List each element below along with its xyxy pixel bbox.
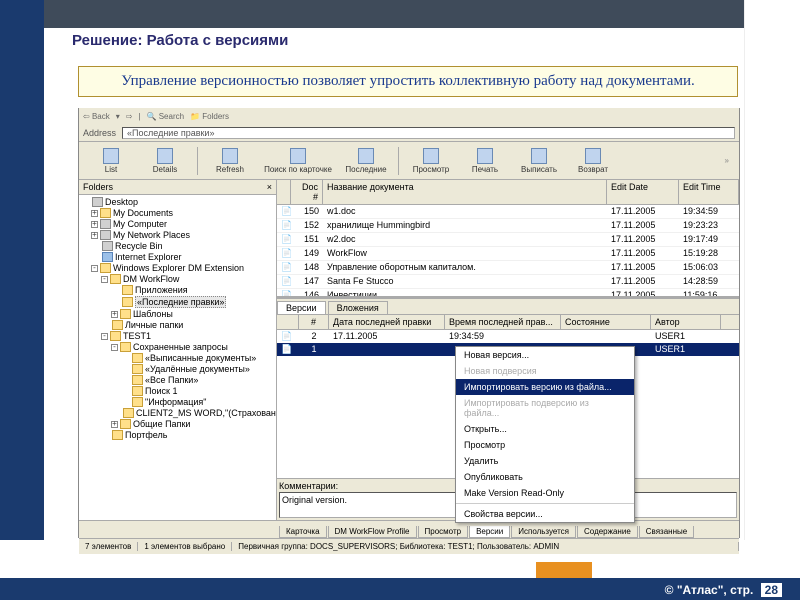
slide-right-margin (744, 0, 800, 540)
doc-row[interactable]: 📄148Управление оборотным капиталом.17.11… (277, 261, 739, 275)
tree-node[interactable]: Desktop (81, 197, 274, 208)
context-menu-item[interactable]: Новая версия... (456, 347, 634, 363)
bottom-tabs: КарточкаDM WorkFlow ProfileПросмотрВерси… (79, 520, 739, 538)
toolbar-overflow[interactable]: » (721, 156, 733, 165)
tree-node[interactable]: +My Documents (81, 208, 274, 219)
tree-node[interactable]: "Информация" (81, 397, 274, 408)
tree-node[interactable]: «Последние правки» (81, 296, 274, 309)
nav-back[interactable]: ⇦ Back (83, 112, 110, 121)
bottom-tab[interactable]: Версии (469, 526, 510, 538)
slide-footer: © "Атлас", стр. 28 (0, 540, 800, 600)
context-menu-item[interactable]: Импортировать версию из файла... (456, 379, 634, 395)
bottom-tab[interactable]: DM WorkFlow Profile (328, 526, 417, 538)
tab-versions[interactable]: Версии (277, 301, 326, 314)
version-row[interactable]: 📄217.11.200519:34:59USER1 (277, 330, 739, 343)
slide-top-bar (44, 0, 744, 28)
doclist-header: Doc # Название документа Edit Date Edit … (277, 180, 739, 205)
doc-row[interactable]: 📄150w1.doc17.11.200519:34:59 (277, 205, 739, 219)
context-menu-item: Импортировать подверсию из файла... (456, 395, 634, 421)
tb-recent[interactable]: Последние (340, 144, 392, 178)
vcol-state[interactable]: Состояние (561, 315, 651, 329)
tb-print[interactable]: Печать (459, 144, 511, 178)
col-name[interactable]: Название документа (323, 180, 607, 204)
tree-node[interactable]: +Общие Папки (81, 419, 274, 430)
tree-node[interactable]: -DM WorkFlow (81, 274, 274, 285)
bottom-tab[interactable]: Содержание (577, 526, 638, 538)
bottom-tab[interactable]: Связанные (639, 526, 694, 538)
doc-row[interactable]: 📄147Santa Fe Stucco17.11.200514:28:59 (277, 275, 739, 289)
context-menu-item[interactable]: Просмотр (456, 437, 634, 453)
tree-node[interactable]: CLIENT2_MS WORD,"(Страхование)" (81, 408, 274, 419)
tree-node[interactable]: -Windows Explorer DM Extension (81, 263, 274, 274)
tree-header: Folders (83, 182, 113, 192)
col-date[interactable]: Edit Date (607, 180, 679, 204)
tb-export[interactable]: Выписать (513, 144, 565, 178)
context-menu: Новая версия...Новая подверсияИмпортиров… (455, 346, 635, 523)
tb-refresh[interactable]: Refresh (204, 144, 256, 178)
tab-attachments[interactable]: Вложения (328, 301, 388, 314)
folder-tree-pane: Folders × Desktop+My Documents+My Compute… (79, 180, 277, 520)
bottom-tab[interactable]: Просмотр (418, 526, 469, 538)
tree-node[interactable]: -Сохраненные запросы (81, 342, 274, 353)
vcol-num[interactable]: # (299, 315, 329, 329)
callout-box: Управление версионностью позволяет упрос… (78, 66, 738, 97)
tb-list[interactable]: List (85, 144, 137, 178)
document-list: Doc # Название документа Edit Date Edit … (277, 180, 739, 298)
context-menu-item[interactable]: Открыть... (456, 421, 634, 437)
context-menu-item: Новая подверсия (456, 363, 634, 379)
address-label: Address (83, 128, 116, 138)
bottom-tab[interactable]: Используется (511, 526, 576, 538)
doc-row[interactable]: 📄152хранилище Hummingbird17.11.200519:23… (277, 219, 739, 233)
doc-row[interactable]: 📄146Инвестиции17.11.200511:59:16 (277, 289, 739, 298)
col-docnum[interactable]: Doc # (291, 180, 323, 204)
page-number: 28 (761, 583, 782, 597)
context-menu-item[interactable]: Свойства версии... (456, 506, 634, 522)
tree-node[interactable]: Internet Explorer (81, 252, 274, 263)
tree-node[interactable]: +My Computer (81, 219, 274, 230)
version-pane: Версии Вложения # Дата последней правки … (277, 298, 739, 520)
col-time[interactable]: Edit Time (679, 180, 739, 204)
app-window: Address «Последние правки» List Details … (78, 124, 740, 538)
tree-node[interactable]: «Выписанные документы» (81, 353, 274, 364)
vcol-time[interactable]: Время последней прав... (445, 315, 561, 329)
slide-title: Решение: Работа с версиями (72, 32, 288, 49)
doc-row[interactable]: 📄151w2.doc17.11.200519:17:49 (277, 233, 739, 247)
tree-node[interactable]: Поиск 1 (81, 386, 274, 397)
tree-node[interactable]: +Шаблоны (81, 309, 274, 320)
vcol-date[interactable]: Дата последней правки (329, 315, 445, 329)
address-bar: Address «Последние правки» (79, 124, 739, 142)
slide-left-bar (0, 0, 44, 540)
tree-node[interactable]: «Все Папки» (81, 375, 274, 386)
tree-node[interactable]: -TEST1 (81, 331, 274, 342)
context-menu-item[interactable]: Make Version Read-Only (456, 485, 634, 501)
tree-node[interactable]: +My Network Places (81, 230, 274, 241)
tb-details[interactable]: Details (139, 144, 191, 178)
tree-node[interactable]: Личные папки (81, 320, 274, 331)
doc-row[interactable]: 📄149WorkFlow17.11.200515:19:28 (277, 247, 739, 261)
tree-node[interactable]: «Удалённые документы» (81, 364, 274, 375)
address-value[interactable]: «Последние правки» (122, 127, 735, 139)
tree-node[interactable]: Приложения (81, 285, 274, 296)
bottom-tab[interactable]: Карточка (279, 526, 327, 538)
nav-folders[interactable]: 📁 Folders (190, 112, 229, 121)
nav-search[interactable]: 🔍 Search (147, 112, 185, 121)
tree-close-icon[interactable]: × (267, 182, 272, 192)
tree-node[interactable]: Recycle Bin (81, 241, 274, 252)
browser-nav-row: ⇦ Back ▾⇨| 🔍 Search 📁 Folders (78, 108, 740, 124)
context-menu-item[interactable]: Удалить (456, 453, 634, 469)
toolbar: List Details Refresh Поиск по карточке П… (79, 142, 739, 180)
tree-node[interactable]: Портфель (81, 430, 274, 441)
tb-search[interactable]: Поиск по карточке (258, 144, 338, 178)
tb-return[interactable]: Возврат (567, 144, 619, 178)
context-menu-item[interactable]: Опубликовать (456, 469, 634, 485)
footer-copyright: © "Атлас", стр. (665, 583, 754, 597)
vcol-author[interactable]: Автор (651, 315, 721, 329)
tb-view[interactable]: Просмотр (405, 144, 457, 178)
